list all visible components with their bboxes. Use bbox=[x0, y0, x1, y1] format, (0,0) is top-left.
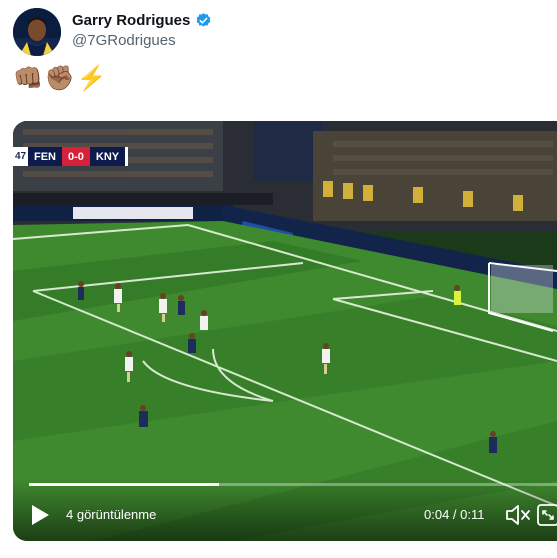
verified-badge-icon bbox=[197, 13, 211, 27]
view-count: 4 görüntülenme bbox=[66, 507, 157, 522]
play-icon[interactable] bbox=[30, 504, 50, 526]
progress-fill bbox=[29, 483, 220, 486]
user-handle[interactable]: @7GRodrigues bbox=[72, 32, 176, 49]
fullscreen-icon[interactable] bbox=[537, 503, 557, 527]
scoreboard: 47 FEN 0-0 KNY bbox=[13, 147, 129, 166]
video-frame: ARGEAZ YENİ SEZON BeIN bbox=[13, 121, 557, 541]
avatar-image bbox=[13, 8, 61, 56]
video-time: 0:04 / 0:11 bbox=[424, 507, 485, 522]
match-minute: 47 bbox=[13, 147, 28, 166]
scoreboard-edge bbox=[125, 147, 129, 166]
progress-bar[interactable] bbox=[29, 483, 557, 486]
tweet-text: 👊🏽✊🏽⚡ bbox=[13, 65, 109, 92]
video-player[interactable]: ARGEAZ YENİ SEZON BeIN bbox=[13, 121, 557, 541]
display-name[interactable]: Garry Rodrigues bbox=[72, 12, 190, 29]
volume-icon[interactable] bbox=[505, 504, 531, 526]
video-controls: 4 görüntülenme 0:04 / 0:11 bbox=[13, 479, 557, 541]
away-team: KNY bbox=[89, 147, 126, 166]
home-team: FEN bbox=[28, 147, 62, 166]
avatar[interactable] bbox=[13, 8, 61, 56]
score: 0-0 bbox=[62, 147, 90, 166]
